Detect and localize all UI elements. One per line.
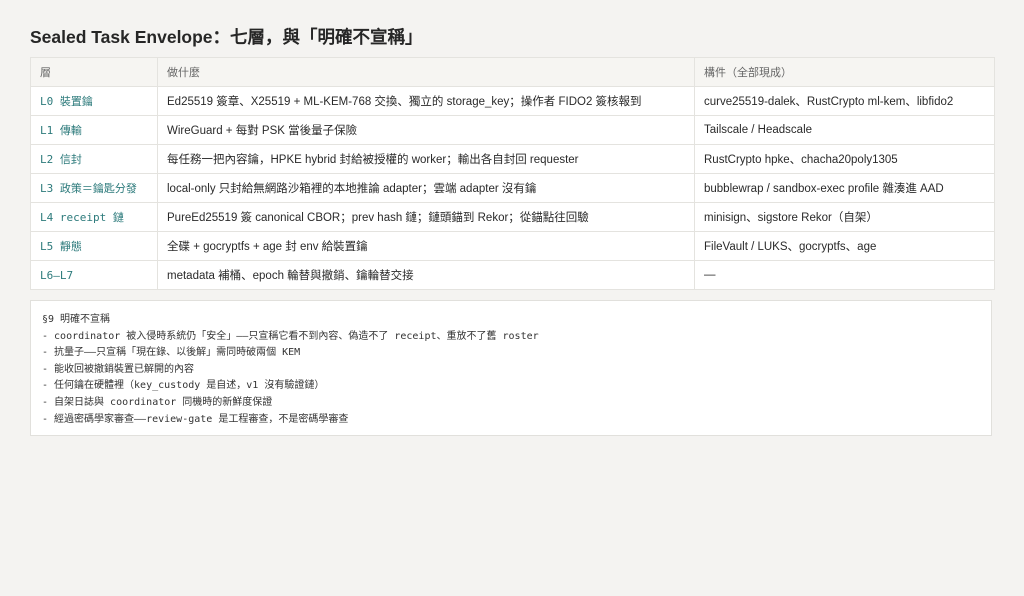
table-header-row: 層 做什麼 構件（全部現成） <box>30 57 995 87</box>
layer-cell: L6–L7 <box>30 260 158 290</box>
what-cell: 全碟 + gocryptfs + age 封 env 給裝置鑰 <box>157 231 695 261</box>
components-cell: Tailscale / Headscale <box>694 115 995 145</box>
what-cell: metadata 補桶、epoch 輪替與撤銷、鑰輪替交接 <box>157 260 695 290</box>
note-line: - 經過密碼學家審查——review-gate 是工程審查，不是密碼學審查 <box>42 413 349 425</box>
components-cell: — <box>694 260 995 290</box>
components-cell: curve25519-dalek、RustCrypto ml-kem、libfi… <box>694 86 995 116</box>
what-cell: PureEd25519 簽 canonical CBOR；prev hash 鏈… <box>157 202 695 232</box>
table-row: L0 裝置鑰 Ed25519 簽章、X25519 + ML-KEM-768 交換… <box>30 86 995 116</box>
note-line: - 能收回被撤銷裝置已解開的內容 <box>42 363 195 375</box>
table-row: L2 信封 每任務一把內容鑰，HPKE hybrid 封給被授權的 worker… <box>30 144 995 174</box>
non-claims-panel: §9 明確不宣稱 - coordinator 被入侵時系統仍「安全」——只宣稱它… <box>30 300 992 436</box>
column-header-layer: 層 <box>30 57 158 87</box>
layer-cell: L0 裝置鑰 <box>30 86 158 116</box>
layer-cell: L2 信封 <box>30 144 158 174</box>
layer-cell: L4 receipt 鏈 <box>30 202 158 232</box>
table-row: L1 傳輸 WireGuard + 每對 PSK 當後量子保險 Tailscal… <box>30 115 995 145</box>
column-header-what: 做什麼 <box>157 57 695 87</box>
table-row: L3 政策＝鑰匙分發 local-only 只封給無網路沙箱裡的本地推論 ada… <box>30 173 995 203</box>
column-header-components: 構件（全部現成） <box>694 57 995 87</box>
components-cell: FileVault / LUKS、gocryptfs、age <box>694 231 995 261</box>
components-cell: RustCrypto hpke、chacha20poly1305 <box>694 144 995 174</box>
layer-cell: L3 政策＝鑰匙分發 <box>30 173 158 203</box>
what-cell: 每任務一把內容鑰，HPKE hybrid 封給被授權的 worker；輸出各自封… <box>157 144 695 174</box>
notes-heading: §9 明確不宣稱 <box>42 314 111 325</box>
note-line: - 抗量子——只宣稱「現在錄、以後解」需同時破兩個 KEM <box>42 347 301 359</box>
note-line: - 自架日誌與 coordinator 同機時的新鮮度保證 <box>42 396 273 408</box>
layer-cell: L5 靜態 <box>30 231 158 261</box>
note-line: - coordinator 被入侵時系統仍「安全」——只宣稱它看不到內容、偽造不… <box>42 330 539 342</box>
what-cell: Ed25519 簽章、X25519 + ML-KEM-768 交換、獨立的 st… <box>157 86 695 116</box>
layer-cell: L1 傳輸 <box>30 115 158 145</box>
table-row: L5 靜態 全碟 + gocryptfs + age 封 env 給裝置鑰 Fi… <box>30 231 995 261</box>
what-cell: WireGuard + 每對 PSK 當後量子保險 <box>157 115 695 145</box>
layers-table: 層 做什麼 構件（全部現成） L0 裝置鑰 Ed25519 簽章、X25519 … <box>30 57 995 290</box>
what-cell: local-only 只封給無網路沙箱裡的本地推論 adapter；雲端 ada… <box>157 173 695 203</box>
components-cell: minisign、sigstore Rekor（自架） <box>694 202 995 232</box>
table-row: L6–L7 metadata 補桶、epoch 輪替與撤銷、鑰輪替交接 — <box>30 260 995 290</box>
note-line: - 任何鑰在硬體裡（key_custody 是自述，v1 沒有驗證鏈） <box>42 380 325 392</box>
page-title: Sealed Task Envelope：七層，與「明確不宣稱」 <box>30 27 423 47</box>
components-cell: bubblewrap / sandbox-exec profile 雜湊進 AA… <box>694 173 995 203</box>
table-row: L4 receipt 鏈 PureEd25519 簽 canonical CBO… <box>30 202 995 232</box>
